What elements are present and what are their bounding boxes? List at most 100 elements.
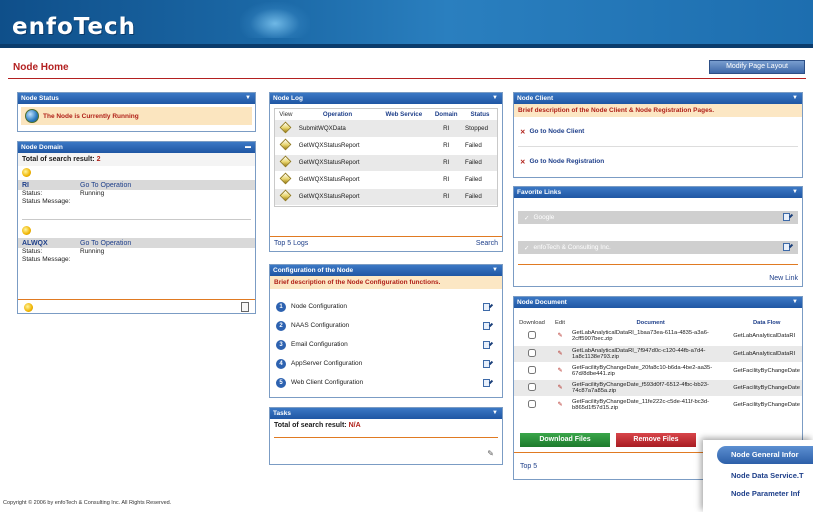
title-divider bbox=[8, 78, 806, 79]
go-to-operation-link[interactable]: Go To Operation bbox=[80, 182, 131, 189]
go-to-operation-link[interactable]: Go To Operation bbox=[80, 240, 131, 247]
config-item-label[interactable]: Email Configuration bbox=[291, 341, 348, 348]
download-cell[interactable] bbox=[514, 379, 550, 397]
download-files-button[interactable]: Download Files bbox=[520, 433, 610, 447]
view-log-icon[interactable] bbox=[280, 138, 292, 151]
config-item[interactable]: 3 Email Configuration bbox=[270, 335, 502, 354]
view-log-icon[interactable] bbox=[280, 155, 292, 168]
status-cell: Failed bbox=[462, 137, 497, 155]
menu-item-node-general-info[interactable]: Node General Infor bbox=[717, 446, 813, 464]
edit-document-icon[interactable]: ✎ bbox=[558, 385, 563, 391]
favorite-link[interactable]: ✓ Google bbox=[518, 211, 798, 224]
edit-icon[interactable] bbox=[483, 321, 490, 330]
document-name[interactable]: GetLabAnalyticalDataRI_1baa73ea-611a-483… bbox=[570, 328, 732, 346]
remove-files-button[interactable]: Remove Files bbox=[616, 433, 696, 447]
data-flow-cell: GetFacilityByChangeDate bbox=[731, 396, 802, 414]
data-flow-cell: GetFacilityByChangeDate bbox=[731, 362, 802, 380]
tools-icon: ✕ bbox=[520, 158, 526, 166]
document-name[interactable]: GetFacilityByChangeDate_20fa8c10-b6da-4b… bbox=[570, 362, 732, 380]
menu-item-node-data-service[interactable]: Node Data Service.T bbox=[703, 467, 813, 485]
menu-item-node-parameter-info[interactable]: Node Parameter Inf bbox=[703, 485, 813, 503]
edit-document-icon[interactable]: ✎ bbox=[558, 333, 563, 339]
view-cell[interactable] bbox=[275, 137, 297, 155]
status-message-label: Status Message: bbox=[22, 256, 71, 263]
collapse-icon[interactable]: ▼ bbox=[492, 408, 498, 419]
config-item[interactable]: 2 NAAS Configuration bbox=[270, 316, 502, 335]
document-table: Download Edit Document Data Flow ✎ GetLa… bbox=[514, 318, 802, 414]
collapse-icon[interactable]: ▼ bbox=[792, 93, 798, 104]
col-status: Status bbox=[462, 109, 497, 120]
view-log-icon[interactable] bbox=[280, 172, 292, 185]
download-cell[interactable] bbox=[514, 396, 550, 414]
app-header: enfoTech bbox=[0, 0, 813, 48]
view-log-icon[interactable] bbox=[280, 121, 292, 134]
domain-icon bbox=[22, 168, 31, 177]
edit-cell[interactable]: ✎ bbox=[550, 396, 570, 414]
download-checkbox[interactable] bbox=[528, 348, 536, 357]
config-item-label[interactable]: AppServer Configuration bbox=[291, 360, 362, 367]
node-client-link[interactable]: ✕ Go to Node Client bbox=[514, 123, 802, 140]
view-cell[interactable] bbox=[275, 171, 297, 189]
collapse-icon[interactable]: ▼ bbox=[492, 93, 498, 104]
edit-icon[interactable] bbox=[783, 213, 790, 221]
page-title: Node Home bbox=[13, 62, 69, 73]
view-log-icon[interactable] bbox=[280, 189, 292, 202]
download-cell[interactable] bbox=[514, 362, 550, 380]
node-registration-link[interactable]: ✕ Go to Node Registration bbox=[514, 153, 802, 170]
config-item[interactable]: 1 Node Configuration bbox=[270, 297, 502, 316]
link-label[interactable]: Go to Node Client bbox=[529, 128, 584, 135]
document-icon[interactable] bbox=[241, 302, 249, 312]
edit-icon[interactable] bbox=[483, 340, 490, 349]
config-item-label[interactable]: Node Configuration bbox=[291, 303, 347, 310]
top-5-logs-link[interactable]: Top 5 Logs bbox=[274, 240, 308, 247]
config-item-label[interactable]: Web Client Configuration bbox=[291, 379, 363, 386]
edit-cell[interactable]: ✎ bbox=[550, 345, 570, 363]
edit-document-icon[interactable]: ✎ bbox=[558, 368, 563, 374]
modify-page-layout-button[interactable]: Modify Page Layout bbox=[709, 60, 805, 74]
add-domain-icon[interactable] bbox=[24, 303, 33, 312]
config-item[interactable]: 4 AppServer Configuration bbox=[270, 354, 502, 373]
download-cell[interactable] bbox=[514, 328, 550, 346]
collapse-icon[interactable]: ▬ bbox=[245, 142, 251, 153]
globe-icon bbox=[25, 109, 39, 123]
download-checkbox[interactable] bbox=[528, 399, 536, 408]
favorite-label[interactable]: Google bbox=[533, 214, 554, 221]
collapse-icon[interactable]: ▼ bbox=[492, 265, 498, 276]
node-domain-panel: Node Domain ▬ Total of search result: 2 R… bbox=[17, 141, 256, 314]
edit-cell[interactable]: ✎ bbox=[550, 328, 570, 346]
link-label[interactable]: Go to Node Registration bbox=[529, 158, 604, 165]
edit-document-icon[interactable]: ✎ bbox=[558, 351, 563, 357]
download-checkbox[interactable] bbox=[528, 331, 536, 340]
edit-cell[interactable]: ✎ bbox=[550, 362, 570, 380]
collapse-icon[interactable]: ▼ bbox=[245, 93, 251, 104]
col-view: View bbox=[275, 109, 297, 120]
view-cell[interactable] bbox=[275, 154, 297, 172]
edit-icon[interactable]: ✎ bbox=[487, 449, 494, 458]
view-cell[interactable] bbox=[275, 120, 297, 138]
top-5-link[interactable]: Top 5 bbox=[520, 463, 537, 470]
panel-header: Node Status ▼ bbox=[18, 93, 255, 104]
edit-icon[interactable] bbox=[483, 378, 490, 387]
config-item-label[interactable]: NAAS Configuration bbox=[291, 322, 349, 329]
collapse-icon[interactable]: ▼ bbox=[792, 187, 798, 198]
domain-cell: RI bbox=[429, 120, 463, 138]
document-name[interactable]: GetFacilityByChangeDate_11fe222c-c5de-41… bbox=[570, 396, 732, 414]
edit-cell[interactable]: ✎ bbox=[550, 379, 570, 397]
config-item[interactable]: 5 Web Client Configuration bbox=[270, 373, 502, 392]
document-name[interactable]: GetFacilityByChangeDate_f593d0f7-6512-4f… bbox=[570, 379, 732, 397]
download-checkbox[interactable] bbox=[528, 365, 536, 374]
edit-icon[interactable] bbox=[783, 243, 790, 251]
collapse-icon[interactable]: ▼ bbox=[792, 297, 798, 308]
col-document: Document bbox=[570, 318, 732, 328]
edit-icon[interactable] bbox=[483, 302, 490, 311]
new-link-button[interactable]: New Link bbox=[769, 275, 798, 282]
download-cell[interactable] bbox=[514, 345, 550, 363]
favorite-label[interactable]: enfoTech & Consulting Inc. bbox=[533, 244, 610, 251]
document-name[interactable]: GetLabAnalyticalDataRI_7f947d0c-c120-44f… bbox=[570, 345, 732, 363]
search-link[interactable]: Search bbox=[476, 240, 498, 247]
view-cell[interactable] bbox=[275, 188, 297, 206]
download-checkbox[interactable] bbox=[528, 382, 536, 391]
edit-document-icon[interactable]: ✎ bbox=[558, 402, 563, 408]
favorite-link[interactable]: ✓ enfoTech & Consulting Inc. bbox=[518, 241, 798, 254]
edit-icon[interactable] bbox=[483, 359, 490, 368]
